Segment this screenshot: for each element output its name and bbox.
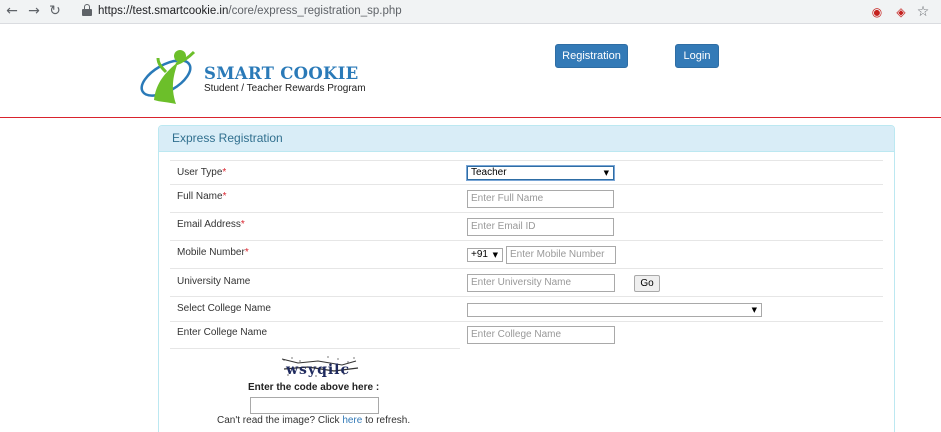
user-type-label: User Type* [177, 167, 227, 178]
captcha-refresh-text: Can't read the image? Click here to refr… [217, 415, 411, 426]
back-icon[interactable]: ← [4, 3, 20, 19]
email-label: Email Address* [177, 219, 245, 230]
country-code-value: +91 [471, 249, 488, 260]
brand-tagline: Student / Teacher Rewards Program [204, 83, 366, 94]
mobile-label: Mobile Number* [177, 247, 249, 258]
lock-icon [82, 4, 92, 18]
captcha-refresh-link[interactable]: here [342, 415, 362, 426]
chevron-down-icon: ▼ [492, 251, 498, 259]
panel-heading: Express Registration [159, 126, 894, 152]
smart-cookie-logo-icon [140, 50, 196, 104]
chevron-down-icon: ▼ [751, 306, 757, 314]
url-text[interactable]: https://test.smartcookie.in/core/express… [98, 5, 402, 17]
chevron-down-icon: ▼ [603, 169, 609, 177]
enter-college-label: Enter College Name [177, 327, 268, 338]
row-divider [170, 212, 883, 213]
go-button[interactable]: Go [634, 275, 660, 292]
country-code-select[interactable]: +91 ▼ [467, 248, 503, 262]
row-divider [170, 268, 883, 269]
full-name-input[interactable]: Enter Full Name [467, 190, 614, 208]
row-divider [170, 160, 883, 161]
row-divider [170, 240, 883, 241]
captcha-prompt: Enter the code above here : [248, 382, 380, 393]
row-divider [170, 321, 883, 322]
college-name-input[interactable]: Enter College Name [467, 326, 615, 344]
header-divider [0, 117, 941, 118]
extension-icon[interactable]: ◈ [893, 4, 909, 20]
bookmark-star-icon[interactable]: ☆ [915, 4, 931, 20]
full-name-label: Full Name* [177, 191, 227, 202]
brand-name: SMART COOKIE [204, 64, 359, 83]
registration-button[interactable]: Registration [555, 44, 628, 68]
captcha-input[interactable] [250, 397, 379, 414]
forward-icon[interactable]: → [26, 3, 42, 19]
email-input[interactable]: Enter Email ID [467, 218, 614, 236]
browser-toolbar: ← → ↻ https://test.smartcookie.in/core/e… [0, 0, 941, 24]
reload-icon[interactable]: ↻ [47, 3, 63, 19]
captcha-code: wsyqilc [285, 362, 350, 378]
mobile-input[interactable]: Enter Mobile Number [506, 246, 616, 264]
college-select[interactable]: ▼ [467, 303, 762, 317]
row-divider [170, 184, 883, 185]
row-divider [170, 348, 460, 349]
university-input[interactable]: Enter University Name [467, 274, 615, 292]
user-type-select[interactable]: Teacher ▼ [466, 165, 615, 181]
url-host: https://test.smartcookie.in [98, 5, 229, 17]
row-divider [170, 296, 883, 297]
university-label: University Name [177, 276, 251, 287]
panel-title: Express Registration [172, 131, 283, 145]
captcha-image: wsyqilc [278, 355, 360, 379]
extension-icon[interactable]: ◉ [869, 4, 885, 20]
user-type-value: Teacher [471, 167, 507, 178]
login-button[interactable]: Login [675, 44, 719, 68]
url-path: /core/express_registration_sp.php [228, 5, 402, 17]
select-college-label: Select College Name [177, 303, 271, 314]
